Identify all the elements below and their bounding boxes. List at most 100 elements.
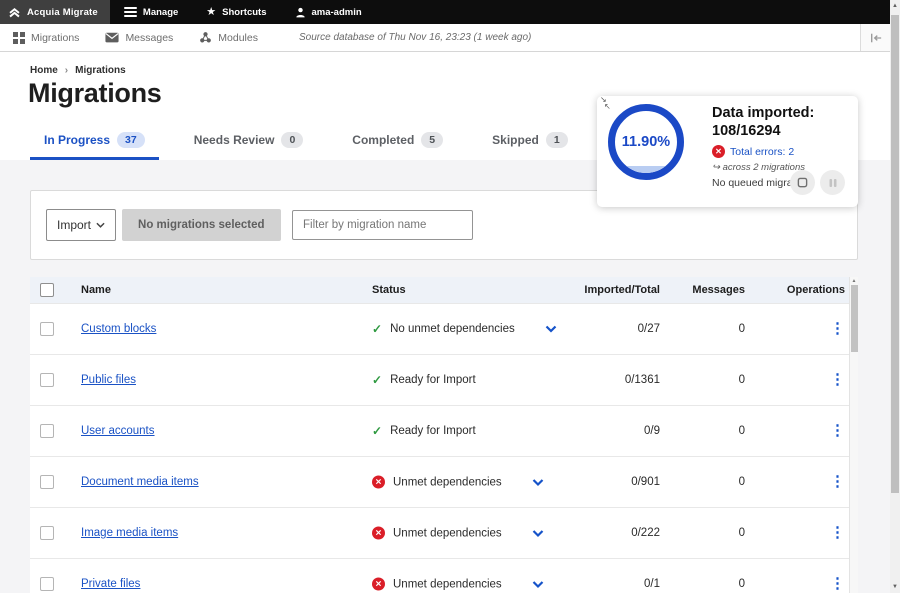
status-chevron-icon[interactable]	[545, 325, 557, 333]
tab-skipped[interactable]: Skipped 1	[478, 126, 582, 160]
row-checkbox[interactable]	[40, 577, 54, 591]
progress-percent: 11.90%	[622, 134, 670, 150]
imported-total-value: 0/9	[644, 425, 660, 437]
pause-icon	[828, 178, 838, 188]
pause-import-button[interactable]	[820, 170, 845, 195]
breadcrumb-current-link[interactable]: Migrations	[75, 65, 126, 76]
messages-count: 0	[739, 476, 745, 488]
operations-kebab-button[interactable]: ⋮	[830, 524, 845, 541]
scroll-down-arrow-icon[interactable]: ▼	[890, 584, 900, 590]
breadcrumb: Home › Migrations	[30, 65, 126, 76]
chevron-down-icon	[96, 222, 105, 228]
imported-total-value: 0/222	[631, 527, 660, 539]
import-label: Import	[57, 218, 91, 232]
data-imported-label: Data imported:	[712, 104, 815, 122]
row-checkbox[interactable]	[40, 475, 54, 489]
manage-menu-item[interactable]: Manage	[110, 0, 192, 24]
total-errors-label: Total errors: 2	[730, 146, 794, 158]
status-error-icon: ✕	[372, 476, 385, 489]
brand-label: Acquia Migrate	[27, 7, 98, 18]
error-icon: ✕	[712, 145, 725, 158]
content-area: Import No migrations selected Name Statu…	[0, 160, 890, 593]
migration-name-link[interactable]: Document media items	[81, 476, 199, 488]
toolbar-orientation-toggle[interactable]	[860, 24, 890, 51]
stop-import-button[interactable]	[790, 170, 815, 195]
column-header-name: Name	[81, 284, 111, 296]
breadcrumb-home-link[interactable]: Home	[30, 65, 58, 76]
resize-card-button[interactable]: ↘ ↖	[600, 96, 611, 110]
operations-kebab-button[interactable]: ⋮	[830, 575, 845, 592]
tab-in-progress[interactable]: In Progress 37	[30, 126, 159, 160]
select-all-checkbox[interactable]	[40, 283, 54, 297]
operations-kebab-button[interactable]: ⋮	[830, 371, 845, 388]
imported-total-value: 0/1	[644, 578, 660, 590]
import-status-overlay-card: ↘ ↖ 11.90% Data imported: 108/16294 ✕ To…	[597, 96, 858, 207]
operations-kebab-button[interactable]: ⋮	[830, 422, 845, 439]
operations-kebab-button[interactable]: ⋮	[830, 473, 845, 490]
toolbar-item-migrations[interactable]: Migrations	[0, 24, 92, 51]
tab-count-badge: 37	[117, 132, 145, 148]
status-error-icon: ✕	[372, 527, 385, 540]
table-row: Public files ✓ ✕ Ready for Import 0/1361…	[30, 354, 858, 405]
column-header-messages: Messages	[692, 284, 745, 296]
messages-count: 0	[739, 425, 745, 437]
row-checkbox[interactable]	[40, 322, 54, 336]
status-ok-icon: ✓	[372, 373, 382, 387]
scroll-up-arrow-icon[interactable]: ▲	[890, 3, 900, 9]
table-scrollbar[interactable]: ▲	[849, 277, 858, 593]
status-text: Ready for Import	[390, 374, 476, 386]
page-scrollbar-thumb[interactable]	[891, 15, 899, 493]
tab-label: In Progress	[44, 133, 110, 147]
migration-name-link[interactable]: Image media items	[81, 527, 178, 539]
tab-needs-review[interactable]: Needs Review 0	[180, 126, 318, 160]
migrations-table: Name Status Imported/Total Messages Oper…	[30, 277, 858, 593]
row-checkbox[interactable]	[40, 424, 54, 438]
data-imported-value: 108/16294	[712, 122, 815, 140]
modules-icon	[199, 31, 212, 44]
table-scrollbar-thumb[interactable]	[851, 285, 858, 352]
user-account-menu-item[interactable]: ama-admin	[281, 0, 376, 24]
stop-icon	[797, 177, 808, 188]
migration-name-link[interactable]: Custom blocks	[81, 323, 156, 335]
imported-total-value: 0/901	[631, 476, 660, 488]
migration-name-link[interactable]: User accounts	[81, 425, 155, 437]
page-title: Migrations	[28, 78, 162, 109]
migration-name-link[interactable]: Private files	[81, 578, 140, 590]
status-chevron-icon[interactable]	[532, 580, 544, 588]
messages-count: 0	[739, 578, 745, 590]
modules-label: Modules	[218, 32, 258, 44]
table-row: Document media items ✓ ✕ Unmet dependenc…	[30, 456, 858, 507]
user-icon	[295, 7, 306, 18]
migration-name-link[interactable]: Public files	[81, 374, 136, 386]
tab-count-badge: 0	[281, 132, 303, 148]
table-row: User accounts ✓ ✕ Ready for Import 0/9 0…	[30, 405, 858, 456]
status-text: No unmet dependencies	[390, 323, 515, 335]
no-migrations-selected-button: No migrations selected	[122, 209, 281, 241]
row-checkbox[interactable]	[40, 526, 54, 540]
table-row: Custom blocks ✓ ✕ No unmet dependencies …	[30, 303, 858, 354]
row-checkbox[interactable]	[40, 373, 54, 387]
import-dropdown-button[interactable]: Import	[46, 209, 116, 241]
status-ok-icon: ✓	[372, 424, 382, 438]
page-scrollbar[interactable]: ▲ ▼	[890, 0, 900, 593]
tab-completed[interactable]: Completed 5	[338, 126, 457, 160]
top-bar: Acquia Migrate Manage ★ Shortcuts ama-ad…	[0, 0, 890, 24]
toolbar-item-messages[interactable]: Messages	[92, 24, 186, 51]
messages-count: 0	[739, 323, 745, 335]
operations-kebab-button[interactable]: ⋮	[830, 320, 845, 337]
toolbar-item-modules[interactable]: Modules	[186, 24, 271, 51]
user-label: ama-admin	[312, 7, 362, 18]
column-header-imported-total: Imported/Total	[584, 284, 660, 296]
scroll-up-arrow-icon[interactable]: ▲	[850, 278, 858, 284]
total-errors-link[interactable]: ✕ Total errors: 2	[712, 145, 815, 158]
collapse-left-icon	[870, 33, 882, 43]
shortcuts-menu-item[interactable]: ★ Shortcuts	[192, 0, 280, 24]
brand-home-button[interactable]: Acquia Migrate	[0, 0, 110, 24]
tab-count-badge: 1	[546, 132, 568, 148]
status-chevron-icon[interactable]	[532, 478, 544, 486]
status-chevron-icon[interactable]	[532, 529, 544, 537]
grid-icon	[13, 32, 25, 44]
source-database-note: Source database of Thu Nov 16, 23:23 (1 …	[299, 32, 531, 43]
envelope-icon	[105, 32, 119, 43]
migration-filter-input[interactable]	[292, 210, 473, 240]
